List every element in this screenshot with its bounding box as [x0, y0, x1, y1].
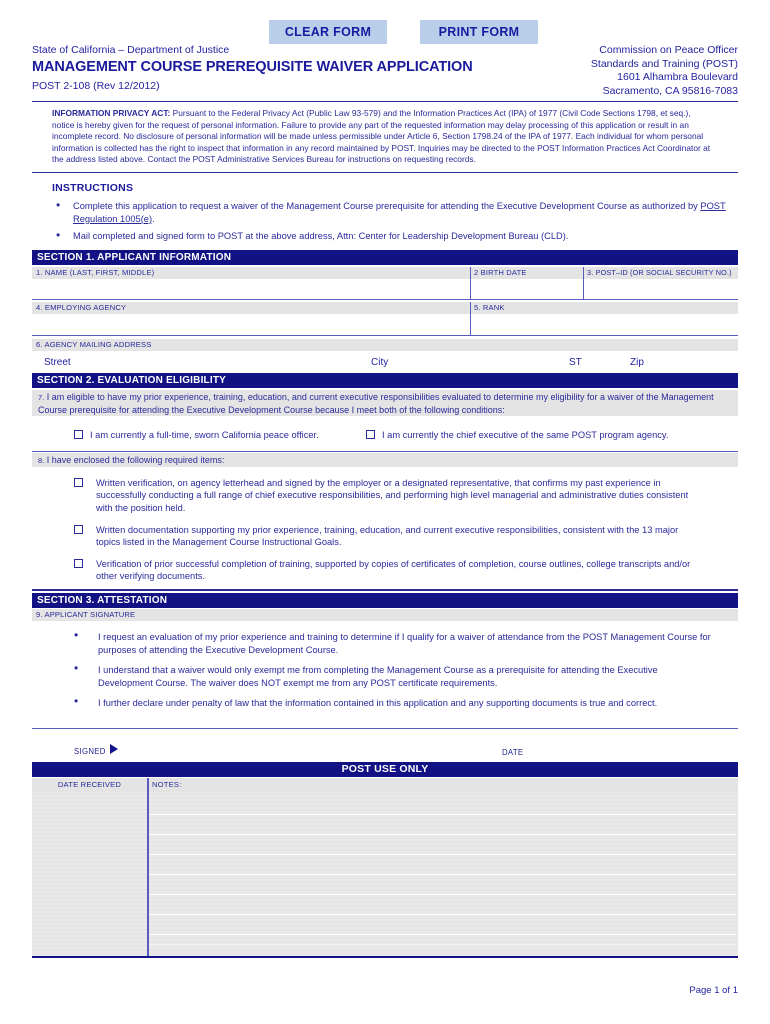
rank-field-label: 5. RANK — [470, 302, 738, 314]
item-8-body: I have enclosed the following required i… — [44, 455, 225, 465]
header-divider — [32, 101, 738, 102]
divider — [470, 267, 471, 299]
required-item-2-checkbox[interactable] — [74, 525, 83, 534]
state-label: ST — [569, 357, 582, 368]
bullet-icon: • — [74, 694, 79, 708]
table-bottom-border — [32, 956, 738, 958]
instruction-item: • Mail completed and signed form to POST … — [52, 228, 732, 243]
section-2-header: SECTION 2. EVALUATION ELIGIBILITY — [32, 373, 738, 388]
condition-b-label: I am currently the chief executive of th… — [382, 430, 669, 440]
divider — [470, 302, 471, 335]
privacy-heading: INFORMATION PRIVACY ACT: — [52, 108, 171, 118]
condition-a-checkbox[interactable] — [74, 430, 83, 439]
required-item-row[interactable]: Written verification, on agency letterhe… — [74, 477, 704, 514]
applicant-signature-label: 9. APPLICANT SIGNATURE — [32, 609, 738, 621]
birth-date-field-label: 2 BIRTH DATE — [470, 267, 583, 279]
instructions-block: INSTRUCTIONS • Complete this application … — [52, 182, 732, 248]
mailing-address-field-label: 6. AGENCY MAILING ADDRESS — [32, 339, 738, 351]
post-use-only-header: POST USE ONLY — [32, 762, 738, 777]
item-7-body: I am eligible to have my prior experienc… — [38, 392, 714, 416]
attestation-text-3: I further declare under penalty of law t… — [98, 698, 658, 708]
post-use-body[interactable] — [32, 792, 738, 956]
header-left: State of California – Department of Just… — [32, 44, 502, 92]
item-8-text: 8. I have enclosed the following require… — [38, 454, 224, 468]
instruction-text-2: Mail completed and signed form to POST a… — [73, 231, 569, 242]
signature-arrow-icon — [110, 744, 118, 754]
column-divider — [147, 778, 149, 956]
condition-a-label: I am currently a full-time, sworn Califo… — [90, 430, 319, 440]
notes-rule — [149, 934, 736, 935]
required-item-2-label: Written documentation supporting my prio… — [96, 525, 679, 548]
section-1-header: SECTION 1. APPLICANT INFORMATION — [32, 250, 738, 265]
form-page: CLEAR FORM PRINT FORM State of Californi… — [0, 0, 770, 1024]
attestation-text-2: I understand that a waiver would only ex… — [98, 665, 658, 688]
required-item-row[interactable]: Written documentation supporting my prio… — [74, 524, 704, 549]
instruction-text-1b: . — [152, 213, 155, 224]
notes-rule — [149, 914, 736, 915]
state-department-line: State of California – Department of Just… — [32, 44, 230, 56]
privacy-divider — [32, 172, 738, 173]
notes-rule — [149, 834, 736, 835]
bullet-icon: • — [74, 628, 79, 642]
row-b-input-area — [32, 314, 738, 334]
employing-agency-field-label: 4. EMPLOYING AGENCY — [32, 302, 470, 314]
agency-line-3: 1601 Alhambra Boulevard — [617, 71, 738, 83]
page-number: Page 1 of 1 — [689, 985, 738, 996]
condition-b-checkbox-row[interactable]: I am currently the chief executive of th… — [366, 429, 668, 441]
bullet-icon: • — [74, 661, 79, 675]
city-label: City — [371, 357, 389, 368]
divider — [32, 589, 738, 591]
required-item-3-label: Verification of prior successful complet… — [96, 559, 691, 582]
attestation-item: • I understand that a waiver would only … — [74, 661, 714, 690]
section-3-header: SECTION 3. ATTESTATION — [32, 593, 738, 608]
print-form-button[interactable]: PRINT FORM — [420, 20, 538, 44]
page-title: MANAGEMENT COURSE PREREQUISITE WAIVER AP… — [32, 59, 473, 75]
condition-b-checkbox[interactable] — [366, 430, 375, 439]
notes-header: NOTES: — [152, 780, 182, 789]
notes-rule — [149, 814, 736, 815]
post-use-column-headers: DATE RECEIVED NOTES: — [32, 778, 738, 792]
clear-form-button[interactable]: CLEAR FORM — [269, 20, 387, 44]
instruction-text-1a: Complete this application to request a w… — [73, 201, 701, 211]
form-toolbar: CLEAR FORM PRINT FORM — [0, 20, 770, 46]
divider — [32, 335, 738, 336]
name-field-label: 1. NAME (LAST, FIRST, MIDDLE) — [32, 267, 470, 279]
privacy-act-notice: INFORMATION PRIVACY ACT: Pursuant to the… — [52, 108, 714, 166]
condition-a-checkbox-row[interactable]: I am currently a full-time, sworn Califo… — [74, 429, 319, 441]
item-7-text: 7. I am eligible to have my prior experi… — [38, 391, 733, 417]
street-label: Street — [44, 357, 71, 368]
notes-rule — [149, 874, 736, 875]
attestation-text-1: I request an evaluation of my prior expe… — [98, 632, 711, 655]
agency-line-1: Commission on Peace Officer — [599, 44, 738, 56]
post-use-only-table: DATE RECEIVED NOTES: — [32, 778, 738, 958]
divider — [583, 267, 584, 299]
bullet-icon: • — [56, 198, 61, 212]
notes-rule — [149, 944, 736, 945]
date-received-header: DATE RECEIVED — [57, 780, 122, 789]
agency-line-4: Sacramento, CA 95816-7083 — [602, 84, 738, 97]
required-item-3-checkbox[interactable] — [74, 559, 83, 568]
required-item-1-label: Written verification, on agency letterhe… — [96, 478, 689, 513]
form-number: POST 2-108 (Rev 12/2012) — [32, 80, 160, 92]
agency-address-block: Commission on Peace Officer Standards an… — [488, 44, 738, 98]
row-a-input-area — [32, 279, 738, 299]
notes-rule — [149, 854, 736, 855]
required-item-row[interactable]: Verification of prior successful complet… — [74, 558, 704, 583]
instruction-item: • Complete this application to request a … — [52, 198, 732, 225]
date-label: DATE — [502, 748, 524, 757]
instructions-heading: INSTRUCTIONS — [52, 182, 134, 194]
zip-label: Zip — [630, 357, 644, 368]
attestation-item: • I further declare under penalty of law… — [74, 694, 714, 710]
bullet-icon: • — [56, 228, 61, 243]
notes-rule — [149, 894, 736, 895]
divider — [32, 451, 738, 452]
agency-line-2: Standards and Training (POST) — [590, 57, 738, 70]
signed-label: SIGNED — [74, 747, 106, 756]
required-item-1-checkbox[interactable] — [74, 478, 83, 487]
attestation-item: • I request an evaluation of my prior ex… — [74, 628, 714, 657]
post-id-field-label: 3. POST–ID (OR SOCIAL SECURITY NO.) — [583, 267, 738, 279]
divider — [32, 299, 738, 300]
divider — [32, 728, 738, 729]
